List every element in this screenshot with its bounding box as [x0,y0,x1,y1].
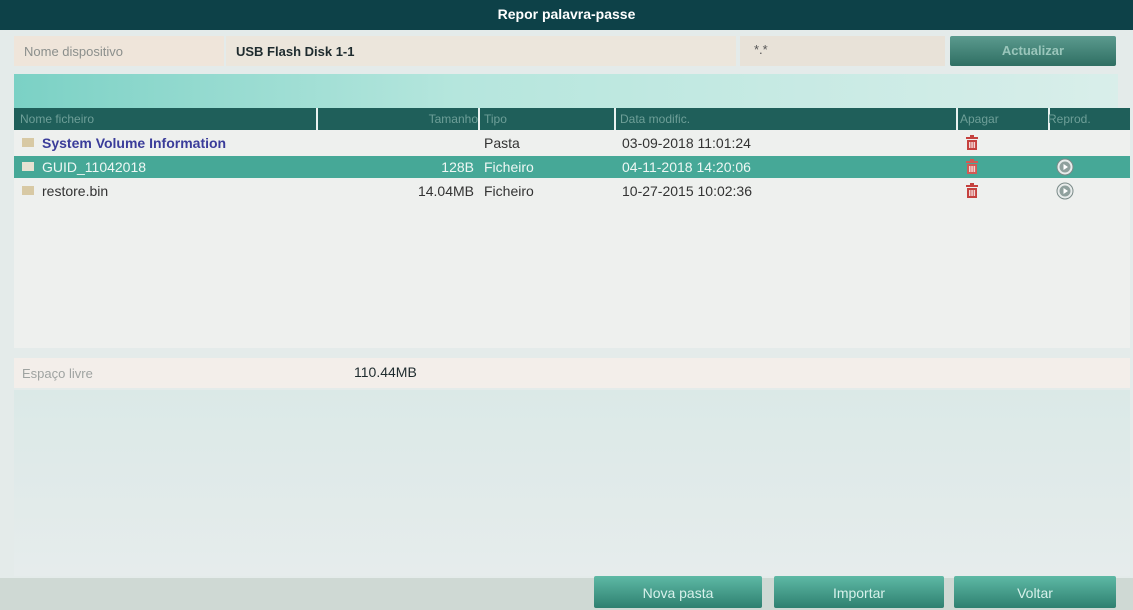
file-name: restore.bin [42,183,109,199]
trash-icon[interactable] [964,183,980,199]
file-icon [22,162,34,171]
file-size: 128B [441,159,474,175]
password-reset-screen: Repor palavra-passe Nome dispositivo USB… [0,0,1133,610]
folder-icon [22,138,34,147]
free-space-row: Espaço livre 110.44MB [14,358,1130,388]
refresh-button[interactable]: Actualizar [950,36,1116,66]
free-space-value: 110.44MB [354,364,417,380]
table-header: Nome ficheiro Tamanho Tipo Data modific.… [14,108,1130,130]
empty-panel [14,390,1130,576]
import-button-label: Importar [832,585,886,601]
column-header-name[interactable]: Nome ficheiro [14,108,318,130]
title-bar: Repor palavra-passe [0,0,1133,30]
new-folder-button[interactable]: Nova pasta [594,576,762,608]
file-type: Pasta [484,135,520,151]
device-value: USB Flash Disk 1-1 [236,44,355,59]
info-strip [14,74,1118,108]
refresh-button-label: Actualizar [1001,43,1065,58]
file-date: 04-11-2018 14:20:06 [622,159,751,175]
device-row: Nome dispositivo USB Flash Disk 1-1 *.* … [14,36,1118,68]
trash-icon[interactable] [964,135,980,151]
new-folder-button-label: Nova pasta [642,585,714,601]
file-table: Nome ficheiro Tamanho Tipo Data modific.… [14,108,1130,348]
back-button[interactable]: Voltar [954,576,1116,608]
device-label: Nome dispositivo [24,44,123,59]
file-type: Ficheiro [484,159,534,175]
device-label-cell: Nome dispositivo [14,36,224,66]
import-button[interactable]: Importar [774,576,944,608]
file-name: GUID_11042018 [42,159,147,175]
file-date: 03-09-2018 11:01:24 [622,135,751,151]
column-header-delete[interactable]: Apagar [954,108,1050,130]
table-row[interactable]: restore.bin 14.04MB Ficheiro 10-27-2015 … [14,180,1130,202]
play-icon[interactable] [1056,158,1074,176]
table-row[interactable]: System Volume Information Pasta 03-09-20… [14,132,1130,154]
table-row[interactable]: GUID_11042018 128B Ficheiro 04-11-2018 1… [14,156,1130,178]
column-header-date[interactable]: Data modific. [614,108,958,130]
file-date: 10-27-2015 10:02:36 [622,183,752,199]
file-icon [22,186,34,195]
free-space-label: Espaço livre [22,366,93,381]
window-title: Repor palavra-passe [497,6,636,22]
column-header-type[interactable]: Tipo [480,108,616,130]
column-header-play[interactable]: Reprod. [1044,108,1130,130]
file-size: 14.04MB [417,183,474,199]
back-button-label: Voltar [1017,585,1053,601]
file-filter-value: *.* [754,42,768,57]
file-size [312,132,474,154]
file-name: System Volume Information [42,135,227,151]
file-type: Ficheiro [484,183,534,199]
device-select[interactable]: USB Flash Disk 1-1 [226,36,736,66]
file-filter-field[interactable]: *.* [740,36,945,66]
column-header-size[interactable]: Tamanho [312,108,480,130]
play-icon[interactable] [1056,182,1074,200]
trash-icon[interactable] [964,159,980,175]
